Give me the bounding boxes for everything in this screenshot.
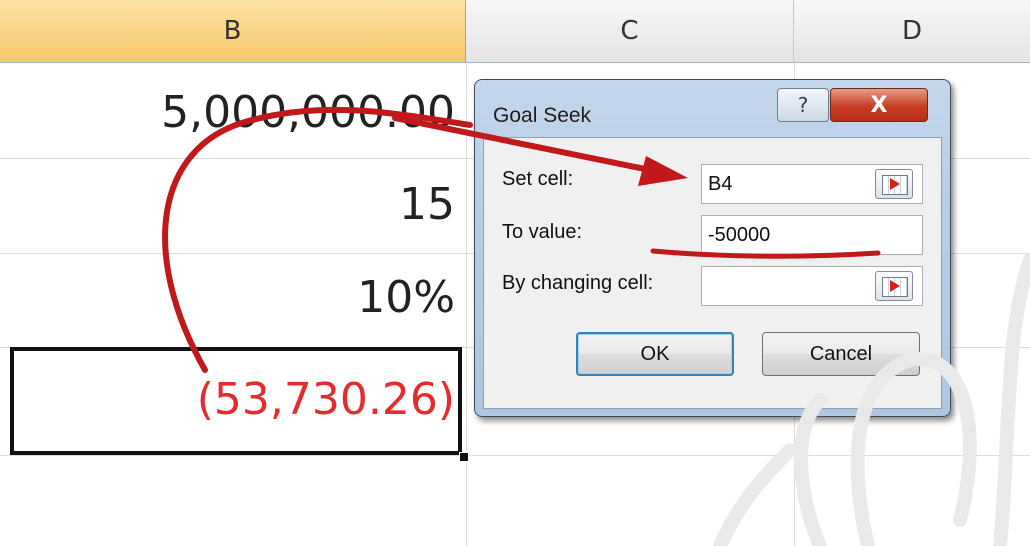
range-select-icon[interactable] [875, 271, 913, 301]
range-select-icon[interactable] [875, 169, 913, 199]
range-arrow-glyph [890, 280, 900, 292]
cell-b2[interactable]: 15 [0, 183, 455, 227]
help-icon[interactable]: ? [777, 88, 829, 122]
cell-b1[interactable]: 5,000,000.00 [0, 91, 455, 135]
to-value-label: To value: [502, 221, 583, 243]
ok-button[interactable]: OK [576, 332, 734, 376]
cell-b3[interactable]: 10% [0, 276, 455, 320]
column-header-label: C [620, 16, 639, 46]
column-header-c[interactable]: C [466, 0, 794, 63]
changing-cell-label: By changing cell: [502, 272, 654, 294]
dialog-title: Goal Seek [493, 104, 592, 127]
column-gridline [466, 63, 467, 546]
close-icon[interactable]: X [830, 88, 928, 122]
cancel-button[interactable]: Cancel [762, 332, 920, 376]
dialog-body: Set cell: B4 To value: -50000 By changin… [483, 137, 942, 409]
fill-handle[interactable] [459, 452, 469, 462]
active-cell-border [10, 347, 462, 455]
set-cell-label: Set cell: [502, 168, 574, 190]
goal-seek-dialog: Goal Seek ? X Set cell: B4 To value: -50… [474, 79, 951, 417]
row-gridline [0, 455, 1030, 456]
column-header-b[interactable]: B [0, 0, 466, 63]
to-value-input[interactable]: -50000 [701, 215, 923, 255]
column-header-d[interactable]: D [794, 0, 1030, 63]
range-arrow-glyph [890, 178, 900, 190]
column-header-label: D [901, 16, 923, 46]
annotation-arrow-curve [162, 106, 473, 373]
column-header-label: B [223, 16, 242, 46]
